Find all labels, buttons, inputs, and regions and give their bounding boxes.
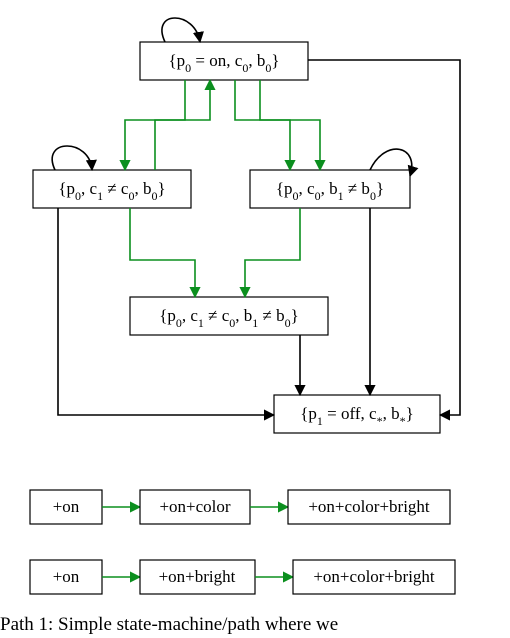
path2-node-bright: +on+bright [140, 560, 255, 594]
diagram-figure: {p0 = on, c0, b0} {p0, c1 ≠ c0, b0} {p0,… [0, 0, 510, 638]
path2-bright-label: +on+bright [159, 567, 236, 586]
path1-node-bright: +on+color+bright [288, 490, 450, 524]
selfloop-A [162, 18, 200, 42]
state-node-E: {p1 = off, c*, b*} [274, 395, 440, 433]
edge-C-to-D [245, 208, 300, 297]
path1-on-label: +on [53, 497, 80, 516]
edge-A-to-E [308, 60, 460, 415]
path1-node-on: +on [30, 490, 102, 524]
figure-caption: Path 1: Simple state-machine/path where … [0, 614, 338, 635]
path2-on-label: +on [53, 567, 80, 586]
path2-node-on: +on [30, 560, 102, 594]
state-node-D: {p0, c1 ≠ c0, b1 ≠ b0} [130, 297, 328, 335]
edge-B-to-A [155, 80, 210, 170]
state-node-A: {p0 = on, c0, b0} [140, 42, 308, 80]
state-node-C: {p0, c0, b1 ≠ b0} [250, 170, 410, 208]
state-node-B: {p0, c1 ≠ c0, b0} [33, 170, 191, 208]
path1-node-color: +on+color [140, 490, 250, 524]
edge-B-to-D [130, 208, 195, 297]
path1-color-label: +on+color [159, 497, 230, 516]
selfloop-B [52, 146, 92, 170]
path2-colorbright-label: +on+color+bright [313, 567, 435, 586]
path2-node-colorbright: +on+color+bright [293, 560, 455, 594]
edge-A-to-C-rev [235, 80, 290, 170]
path1-bright-label: +on+color+bright [308, 497, 430, 516]
